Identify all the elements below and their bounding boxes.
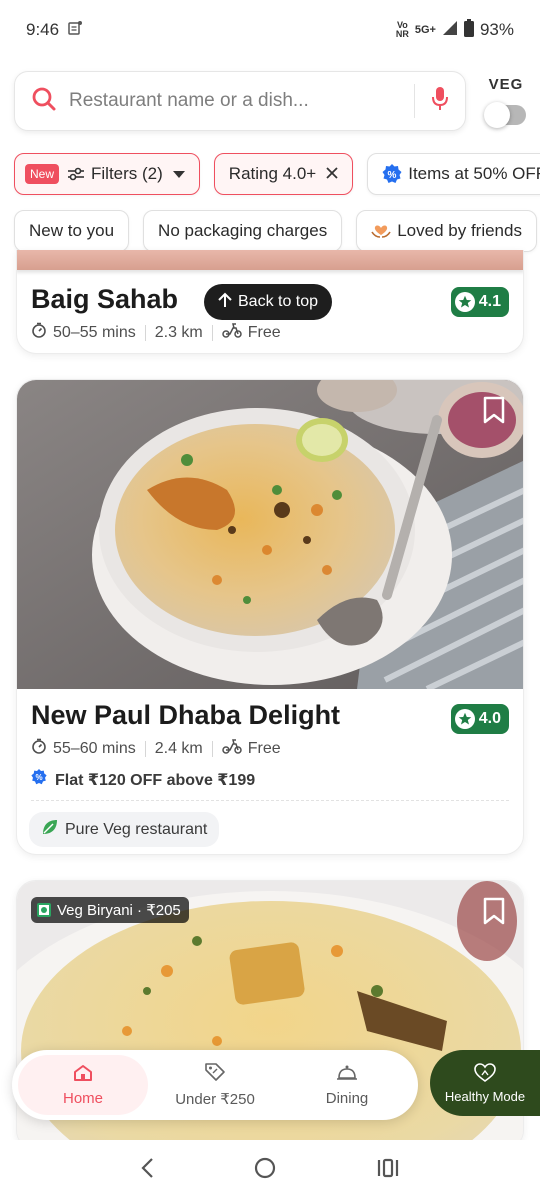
restaurant-card-new-paul-dhaba[interactable]: New Paul Dhaba Delight 4.0 55–60 mins 2.… [16, 379, 524, 855]
distance: 2.4 km [154, 739, 203, 757]
filter-chips-row: New Filters (2) Rating 4.0+ % Items at 5… [14, 153, 540, 195]
veg-toggle-block[interactable]: VEG [484, 76, 528, 128]
rating-value: 4.0 [478, 710, 501, 727]
rating-chip-label: Rating 4.0+ [228, 164, 317, 183]
healthy-mode-label: Healthy Mode [444, 1088, 526, 1104]
search-input[interactable] [69, 90, 398, 112]
new-badge: New [25, 164, 60, 184]
nav-item-under-250[interactable]: Under ₹250 [150, 1055, 280, 1115]
restaurant-name: New Paul Dhaba Delight [31, 700, 341, 730]
battery-icon [463, 18, 474, 42]
nav-item-dining[interactable]: Dining [282, 1055, 412, 1115]
status-bar: 9:46 Vo NR 5G+ 93% [0, 0, 540, 60]
healthy-mode-button[interactable]: Healthy Mode [430, 1050, 540, 1116]
arrow-up-icon [218, 292, 232, 313]
meta-separator [144, 324, 146, 341]
back-to-top-button[interactable]: Back to top [204, 284, 333, 320]
volte-indicator: Vo NR [395, 20, 409, 39]
recents-icon[interactable] [376, 1158, 400, 1183]
offer-row: % Flat ₹120 OFF above ₹199 [31, 769, 255, 790]
loved-by-friends-label: Loved by friends [397, 221, 522, 240]
bookmark-icon[interactable] [483, 396, 505, 429]
scooter-icon [221, 322, 242, 343]
no-packaging-label: No packaging charges [158, 221, 328, 240]
filters-chip-label: Filters (2) [91, 164, 163, 183]
notification-icon [67, 20, 83, 41]
restaurant-name: Baig Sahab [31, 284, 179, 314]
hands-heart-icon [371, 223, 391, 239]
offer-badge-icon: % [31, 769, 47, 790]
bookmark-icon[interactable] [483, 897, 505, 930]
back-to-top-label: Back to top [238, 293, 319, 310]
rating-value: 4.1 [478, 293, 501, 310]
rating-badge: 4.1 [450, 287, 509, 317]
offer-chip-label: Items at 50% OFF [408, 164, 540, 183]
delivery-fee: Free [247, 323, 281, 341]
quick-chips-row: New to you No packaging charges Loved by… [14, 210, 537, 252]
close-icon[interactable] [326, 164, 338, 184]
delivery-time: 55–60 mins [53, 739, 136, 757]
offer-chip[interactable]: % Items at 50% OFF [367, 153, 540, 195]
nav-item-home[interactable]: Home [18, 1055, 148, 1115]
leaf-icon [41, 818, 59, 841]
dish-tag: Veg Biryani · ₹205 [31, 897, 189, 923]
heart-leaf-icon [474, 1062, 496, 1086]
home-circle-icon[interactable] [253, 1156, 277, 1185]
bottom-nav: Home Under ₹250 Dining [12, 1050, 418, 1120]
nav-label-dining: Dining [325, 1089, 369, 1107]
nav-label-home: Home [62, 1089, 103, 1107]
search-bar[interactable] [14, 71, 466, 131]
delivery-fee: Free [247, 739, 281, 757]
caret-down-icon [172, 164, 185, 184]
veg-label: VEG [488, 76, 524, 93]
dish-tag-label: Veg Biryani · ₹205 [57, 902, 181, 919]
card-image-strip [17, 250, 523, 270]
new-to-you-label: New to you [29, 221, 115, 240]
meta-separator [211, 740, 213, 757]
no-packaging-chip[interactable]: No packaging charges [143, 210, 343, 252]
pure-veg-label: Pure Veg restaurant [65, 820, 208, 838]
veg-mark-icon [37, 903, 51, 917]
battery-percent: 93% [479, 20, 514, 39]
status-time: 9:46 [26, 20, 60, 39]
veg-toggle[interactable] [484, 102, 526, 128]
offer-text: Flat ₹120 OFF above ₹199 [55, 771, 256, 789]
food-image-biryani-bowl [17, 380, 523, 689]
offer-badge-icon: % [382, 164, 402, 184]
rating-badge: 4.0 [450, 704, 509, 734]
5g-indicator: 5G+ [414, 23, 436, 36]
back-icon[interactable] [140, 1157, 154, 1184]
veg-toggle-knob [484, 102, 510, 128]
filters-chip[interactable]: New Filters (2) [14, 153, 200, 195]
nav-label-under-250: Under ₹250 [175, 1091, 255, 1108]
distance: 2.3 km [154, 323, 203, 341]
star-icon [454, 709, 475, 729]
cloche-icon [336, 1064, 358, 1086]
restaurant-meta: 55–60 mins 2.4 km Free [31, 738, 281, 759]
search-divider [414, 84, 415, 118]
svg-text:%: % [388, 170, 397, 181]
delivery-time: 50–55 mins [53, 323, 136, 341]
star-icon [454, 292, 475, 312]
loved-by-friends-chip[interactable]: Loved by friends [356, 210, 537, 252]
dashed-divider [31, 800, 509, 801]
svg-text:%: % [35, 773, 42, 782]
price-tag-icon [204, 1062, 226, 1086]
scooter-icon [221, 738, 242, 759]
system-nav-bar [0, 1140, 540, 1200]
microphone-icon[interactable] [431, 86, 449, 117]
signal-icon [442, 20, 458, 41]
home-icon [73, 1064, 93, 1086]
stopwatch-icon [31, 738, 47, 759]
meta-separator [211, 324, 213, 341]
sliders-icon [67, 166, 85, 182]
stopwatch-icon [31, 322, 47, 343]
search-icon [31, 86, 57, 117]
rating-chip[interactable]: Rating 4.0+ [213, 153, 354, 195]
restaurant-meta: 50–55 mins 2.3 km Free [31, 322, 281, 343]
new-to-you-chip[interactable]: New to you [14, 210, 130, 252]
meta-separator [144, 740, 146, 757]
pure-veg-tag: Pure Veg restaurant [29, 812, 220, 847]
